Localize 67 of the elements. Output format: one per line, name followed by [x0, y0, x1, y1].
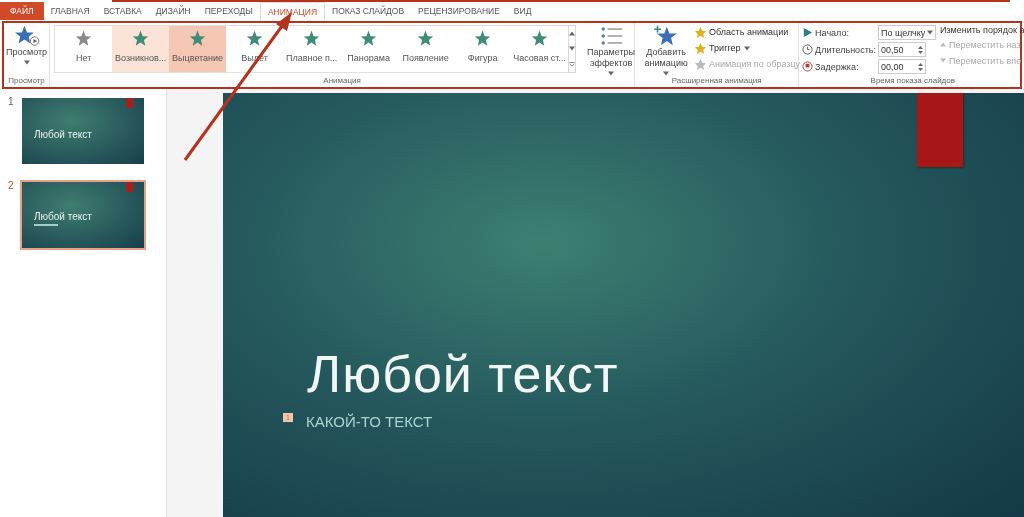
up-arrow-icon — [939, 42, 946, 47]
effect-item[interactable]: Панорама — [340, 26, 398, 72]
star-plus-icon — [653, 25, 680, 47]
duration-field[interactable]: 00,50 — [877, 42, 926, 57]
field-label: Задержка: — [815, 61, 860, 72]
caret-icon — [926, 30, 933, 35]
play-icon — [802, 27, 814, 38]
slide-subtitle: КАКОЙ-ТО ТЕКСТ — [305, 413, 433, 430]
reorder-title: Изменить порядок а — [939, 25, 1024, 35]
gallery-scrollbar[interactable] — [568, 25, 577, 73]
star-icon — [189, 30, 207, 47]
delay-field[interactable]: 00,00 — [877, 59, 926, 74]
slide-number: 2 — [8, 180, 14, 193]
group-label: Расширенная анимация — [670, 76, 763, 87]
group-label: Анимация — [322, 76, 362, 87]
ribbon-command[interactable]: Область анимации — [695, 25, 801, 39]
field-label: Начало: — [815, 27, 850, 38]
effect-item[interactable]: Возникнов... — [112, 26, 170, 72]
effect-item[interactable]: Выцветание — [169, 26, 227, 72]
slide-number: 1 — [8, 96, 14, 109]
ribbon-tab[interactable]: ПОКАЗ СЛАЙДОВ — [325, 2, 412, 20]
clock-icon — [802, 44, 814, 55]
caret-icon — [663, 71, 670, 76]
effect-item[interactable]: Нет — [55, 26, 113, 72]
slide-title: Любой текст — [307, 344, 620, 405]
ribbon-tab[interactable]: ПЕРЕХОДЫ — [197, 2, 260, 20]
expand-icon[interactable] — [569, 61, 576, 67]
ribbon-tab[interactable]: ДИЗАЙН — [148, 2, 198, 20]
ribbon-tab[interactable]: ВСТАВКА — [96, 2, 149, 20]
down-arrow-icon — [939, 58, 946, 63]
caret-icon — [743, 45, 750, 51]
ribbon-tab[interactable]: АНИМАЦИЯ — [259, 2, 326, 20]
scroll-up-icon[interactable] — [569, 31, 576, 37]
start-dropdown[interactable]: По щелчку — [877, 25, 936, 40]
star-play-icon — [13, 25, 40, 47]
delay-icon — [802, 61, 814, 72]
group-label: Просмотр — [7, 76, 46, 87]
scroll-down-icon[interactable] — [569, 46, 576, 52]
star-icon — [132, 30, 150, 47]
ribbon-tab[interactable]: ФАЙЛ — [0, 2, 44, 20]
preview-button[interactable]: Просмотр — [4, 25, 50, 65]
effect-item[interactable]: Часовая ст... — [511, 26, 569, 72]
star-icon — [303, 30, 321, 47]
ribbon-tab[interactable]: ГЛАВНАЯ — [43, 2, 97, 20]
star-icon — [75, 30, 93, 47]
ribbon-tab[interactable]: РЕЦЕНЗИРОВАНИЕ — [411, 2, 507, 20]
star-icon — [246, 30, 264, 47]
effect-item[interactable]: Появление — [397, 26, 455, 72]
star-icon — [695, 58, 707, 70]
star-icon — [531, 30, 549, 47]
star-icon — [695, 26, 707, 38]
ribbon-tab[interactable]: ВИД — [506, 2, 539, 20]
spinner-icon[interactable] — [917, 44, 923, 55]
star-icon — [417, 30, 435, 47]
star-icon — [360, 30, 378, 47]
field-label: Длительность: — [815, 44, 876, 55]
effect-item[interactable]: Фигура — [454, 26, 512, 72]
spinner-icon[interactable] — [917, 61, 923, 72]
star-icon — [695, 42, 707, 54]
group-label: Время показа слайдов — [869, 76, 956, 87]
caret-icon — [23, 60, 30, 65]
slide-thumbnail[interactable]: Любой текст — [20, 96, 146, 166]
ribbon-command[interactable]: Триггер — [695, 41, 801, 55]
effect-item[interactable]: Плавное п... — [283, 26, 341, 72]
slide-thumbnail[interactable]: Любой текст — [20, 180, 146, 250]
caret-icon — [608, 71, 615, 76]
star-icon — [474, 30, 492, 47]
